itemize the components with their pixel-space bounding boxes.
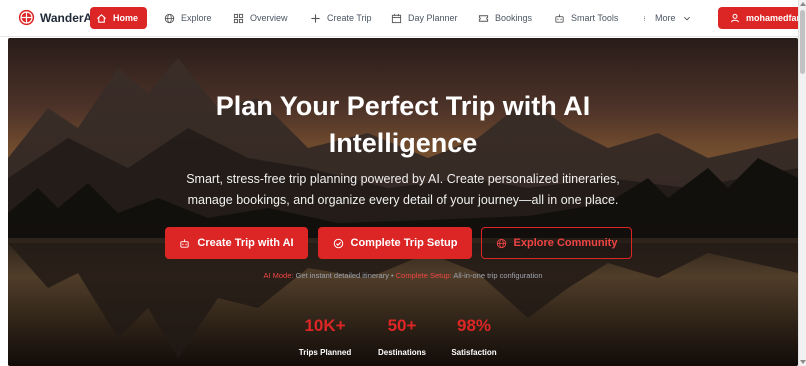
robot-icon [555,13,564,23]
hero-title: Plan Your Perfect Trip with AI Intellige… [8,88,798,162]
create-trip-ai-label: Create Trip with AI [197,237,294,249]
complete-trip-setup-label: Complete Trip Setup [350,237,458,249]
hint-ai-text: Get instant detailed itinerary • [295,271,394,280]
nav-bookings[interactable]: Bookings [472,7,538,29]
home-icon [97,13,106,23]
explore-community-label: Explore Community [513,237,618,249]
globe-icon [496,238,506,248]
explore-community-button[interactable]: Explore Community [481,227,632,259]
scrollbar-thumb[interactable] [800,10,805,74]
nav-day-planner-label: Day Planner [408,13,458,23]
page: WanderAI Home Explore Overview Create Tr… [0,0,806,366]
stat-satisfaction-value: 98% [456,316,492,335]
check-circle-icon [333,238,343,248]
create-trip-ai-button[interactable]: Create Trip with AI [165,227,308,259]
nav-home[interactable]: Home [90,7,147,29]
user-name: mohamedfarhan [746,13,806,23]
hero-title-line-2: Intelligence [328,128,478,158]
grid-icon [233,13,244,23]
nav-smart-tools[interactable]: Smart Tools [548,7,624,29]
nav-create-trip[interactable]: Create Trip [304,7,378,29]
brand-logo[interactable]: WanderAI [18,9,96,26]
plus-icon [311,13,320,23]
page-scrollbar[interactable] [798,0,806,366]
nav-bookings-label: Bookings [495,13,533,23]
mode-hint: AI Mode: Get instant detailed itinerary … [8,271,798,280]
hint-setup-text: All-in-one trip configuration [453,271,543,280]
user-icon [731,13,739,23]
nav-more[interactable]: More [636,7,697,29]
nav-more-label: More [655,13,676,23]
ticket-icon [478,14,489,22]
complete-trip-setup-button[interactable]: Complete Trip Setup [318,227,472,259]
nav-home-label: Home [113,13,139,23]
chevron-down-icon [683,16,690,20]
calendar-icon [391,13,402,23]
hero-subtitle-line-1: Smart, stress-free trip planning powered… [186,172,620,186]
more-icon [644,15,645,21]
nav-day-planner[interactable]: Day Planner [385,7,464,29]
hero-subtitle: Smart, stress-free trip planning powered… [8,169,798,211]
scroll-up-arrow-icon[interactable] [800,2,806,6]
top-navbar: WanderAI Home Explore Overview Create Tr… [0,0,806,37]
nav-explore-label: Explore [181,13,212,23]
globe-logo-icon [18,9,35,26]
stat-satisfaction-label: Satisfaction [451,348,497,357]
hero-subtitle-line-2: manage bookings, and organize every deta… [187,193,619,207]
nav-create-trip-label: Create Trip [327,13,372,23]
nav-smart-tools-label: Smart Tools [571,13,619,23]
hero-section: Plan Your Perfect Trip with AI Intellige… [8,38,798,366]
brand-name: WanderAI [40,10,96,25]
user-menu-button[interactable]: mohamedfarhan [718,7,806,29]
nav-overview[interactable]: Overview [227,7,294,29]
nav-explore[interactable]: Explore [158,7,218,29]
hint-ai-mode: AI Mode: [263,271,294,280]
hero-title-line-1: Plan Your Perfect Trip with AI [215,91,591,121]
scroll-down-arrow-icon[interactable] [800,360,806,364]
robot-icon [180,238,190,248]
globe-icon [164,13,175,23]
nav-overview-label: Overview [250,13,288,23]
hint-setup: Complete Setup: [395,271,452,280]
